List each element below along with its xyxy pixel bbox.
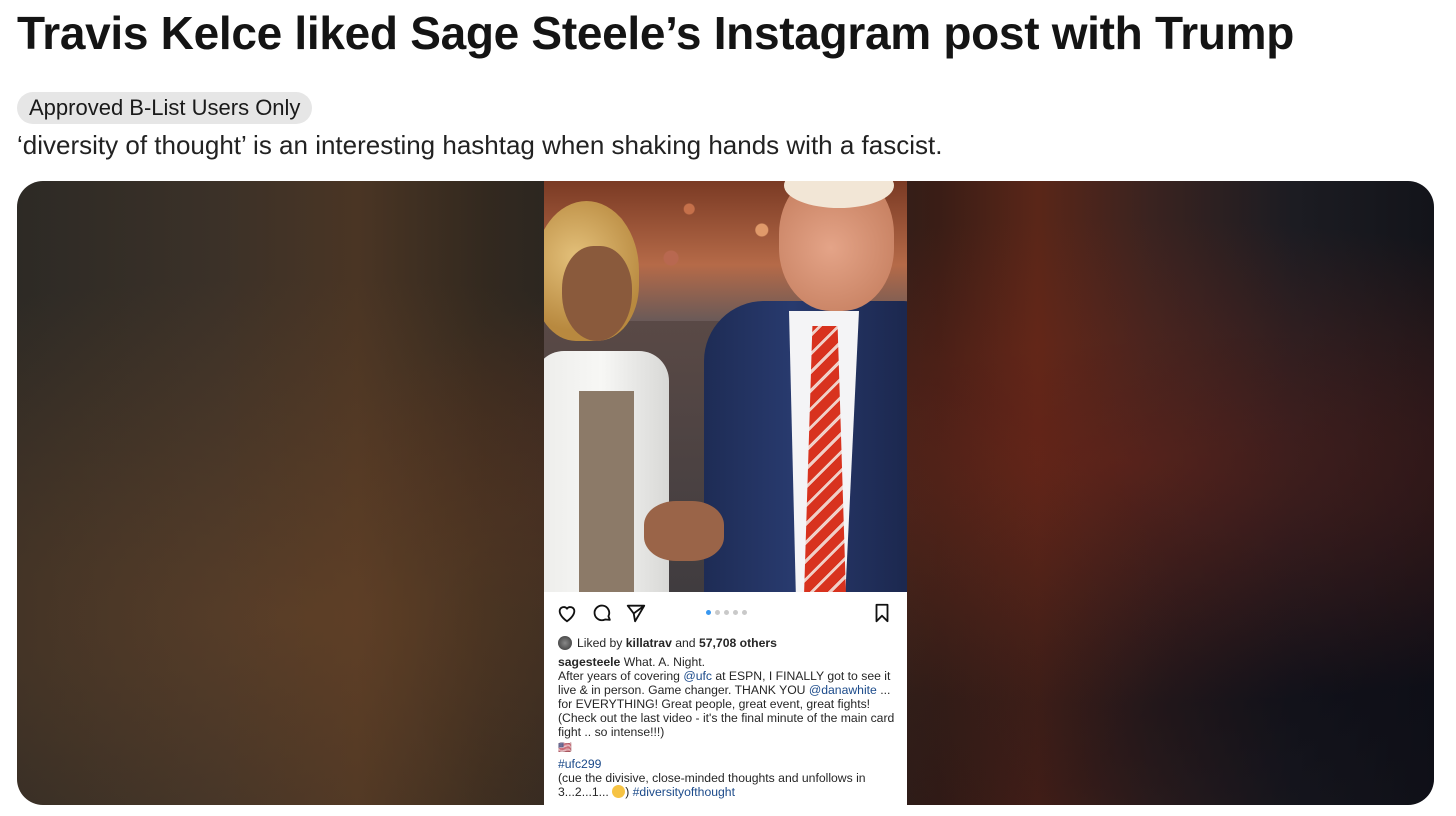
hashtag-ufc299[interactable]: #ufc299 <box>558 757 601 771</box>
post-title: Travis Kelce liked Sage Steele’s Instagr… <box>17 7 1295 59</box>
instagram-caption: Liked by killatrav and 57,708 others sag… <box>558 636 898 799</box>
post-flair[interactable]: Approved B-List Users Only <box>17 92 313 124</box>
caption-title: What. A. Night. <box>620 655 706 669</box>
post-body: ‘diversity of thought’ is an interesting… <box>17 130 943 160</box>
mention-danawhite[interactable]: @danawhite <box>809 683 877 697</box>
username[interactable]: sagesteele <box>558 655 620 669</box>
instagram-screenshot: Liked by killatrav and 57,708 others sag… <box>544 181 907 805</box>
flag-icon: 🇺🇸 <box>558 742 572 754</box>
avatar <box>558 636 572 650</box>
liked-user[interactable]: killatrav <box>626 636 672 650</box>
bookmark-icon[interactable] <box>871 602 893 624</box>
likes-row: Liked by killatrav and 57,708 others <box>558 636 898 650</box>
carousel-dots <box>706 610 747 615</box>
instagram-actions <box>544 592 907 632</box>
laughing-emoji-icon <box>612 785 626 798</box>
photo <box>544 181 907 592</box>
liked-count[interactable]: 57,708 others <box>699 636 777 650</box>
hashtag-diversityofthought[interactable]: #diversityofthought <box>633 785 735 799</box>
post-media[interactable]: Liked by killatrav and 57,708 others sag… <box>17 181 1434 805</box>
mention-ufc[interactable]: @ufc <box>683 669 712 683</box>
comment-icon[interactable] <box>591 602 613 624</box>
share-icon[interactable] <box>625 602 647 624</box>
heart-icon[interactable] <box>556 602 578 624</box>
